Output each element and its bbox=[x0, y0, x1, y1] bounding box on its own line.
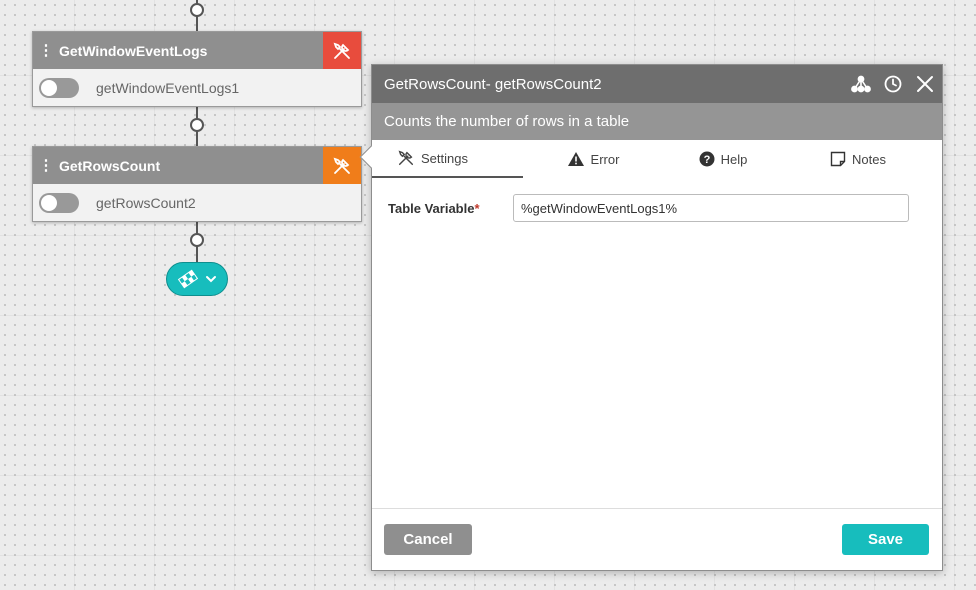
enable-toggle[interactable] bbox=[39, 193, 79, 213]
panel-description: Counts the number of rows in a table bbox=[372, 103, 942, 140]
panel-title: GetRowsCount- getRowsCount2 bbox=[384, 75, 602, 93]
connector-dot[interactable] bbox=[190, 118, 204, 132]
workflow-node-getwindoweventlogs[interactable]: ⋮ GetWindowEventLogs getWindowEventLogs1 bbox=[32, 31, 362, 107]
properties-panel: GetRowsCount- getRowsCount2 Counts the n… bbox=[359, 64, 943, 571]
node-header[interactable]: ⋮ GetRowsCount bbox=[33, 147, 361, 184]
history-clock-icon[interactable] bbox=[882, 73, 904, 95]
panel-header: GetRowsCount- getRowsCount2 bbox=[372, 65, 942, 103]
tab-error[interactable]: Error bbox=[523, 140, 663, 178]
tab-settings[interactable]: Settings bbox=[372, 140, 523, 178]
table-variable-row: Table Variable* bbox=[372, 194, 942, 222]
connector-dot[interactable] bbox=[190, 3, 204, 17]
node-settings-button[interactable] bbox=[323, 32, 361, 69]
chevron-down-icon bbox=[206, 276, 216, 283]
panel-footer: Cancel Save bbox=[372, 508, 942, 570]
node-title: GetWindowEventLogs bbox=[59, 42, 208, 59]
kebab-menu-icon[interactable]: ⋮ bbox=[35, 43, 57, 58]
table-variable-label: Table Variable* bbox=[372, 201, 513, 216]
tab-label: Notes bbox=[852, 151, 886, 167]
tab-notes[interactable]: Notes bbox=[783, 140, 933, 178]
end-node-button[interactable] bbox=[166, 262, 228, 296]
tools-icon bbox=[398, 150, 414, 166]
tab-help[interactable]: ? Help bbox=[663, 140, 783, 178]
kebab-menu-icon[interactable]: ⋮ bbox=[35, 158, 57, 173]
close-icon[interactable] bbox=[914, 73, 936, 95]
workflow-node-getrowscount[interactable]: ⋮ GetRowsCount getRowsCount2 bbox=[32, 146, 362, 222]
tab-label: Settings bbox=[421, 150, 468, 166]
table-variable-input[interactable] bbox=[513, 194, 909, 222]
tab-label: Error bbox=[590, 151, 620, 167]
hierarchy-icon[interactable] bbox=[850, 73, 872, 95]
cancel-button[interactable]: Cancel bbox=[384, 524, 472, 555]
save-button[interactable]: Save bbox=[842, 524, 929, 555]
node-instance-name: getRowsCount2 bbox=[96, 195, 196, 211]
required-marker: * bbox=[474, 200, 480, 216]
note-icon bbox=[830, 151, 846, 167]
node-instance-name: getWindowEventLogs1 bbox=[96, 80, 240, 96]
tab-label: Help bbox=[720, 151, 748, 167]
node-body: getWindowEventLogs1 bbox=[33, 69, 361, 107]
tools-icon bbox=[333, 42, 350, 59]
checkered-flag-icon bbox=[177, 269, 199, 289]
warning-icon bbox=[567, 152, 584, 166]
node-body: getRowsCount2 bbox=[33, 184, 361, 222]
connector-dot[interactable] bbox=[190, 233, 204, 247]
node-settings-button[interactable] bbox=[323, 147, 361, 184]
tools-icon bbox=[333, 157, 350, 174]
question-circle-icon: ? bbox=[699, 151, 715, 167]
field-label: Table Variable bbox=[388, 200, 475, 216]
enable-toggle[interactable] bbox=[39, 78, 79, 98]
node-header[interactable]: ⋮ GetWindowEventLogs bbox=[33, 32, 361, 69]
node-title: GetRowsCount bbox=[59, 157, 161, 174]
panel-tabs: Settings Error ? Help Notes bbox=[372, 140, 942, 178]
svg-text:?: ? bbox=[703, 154, 710, 166]
